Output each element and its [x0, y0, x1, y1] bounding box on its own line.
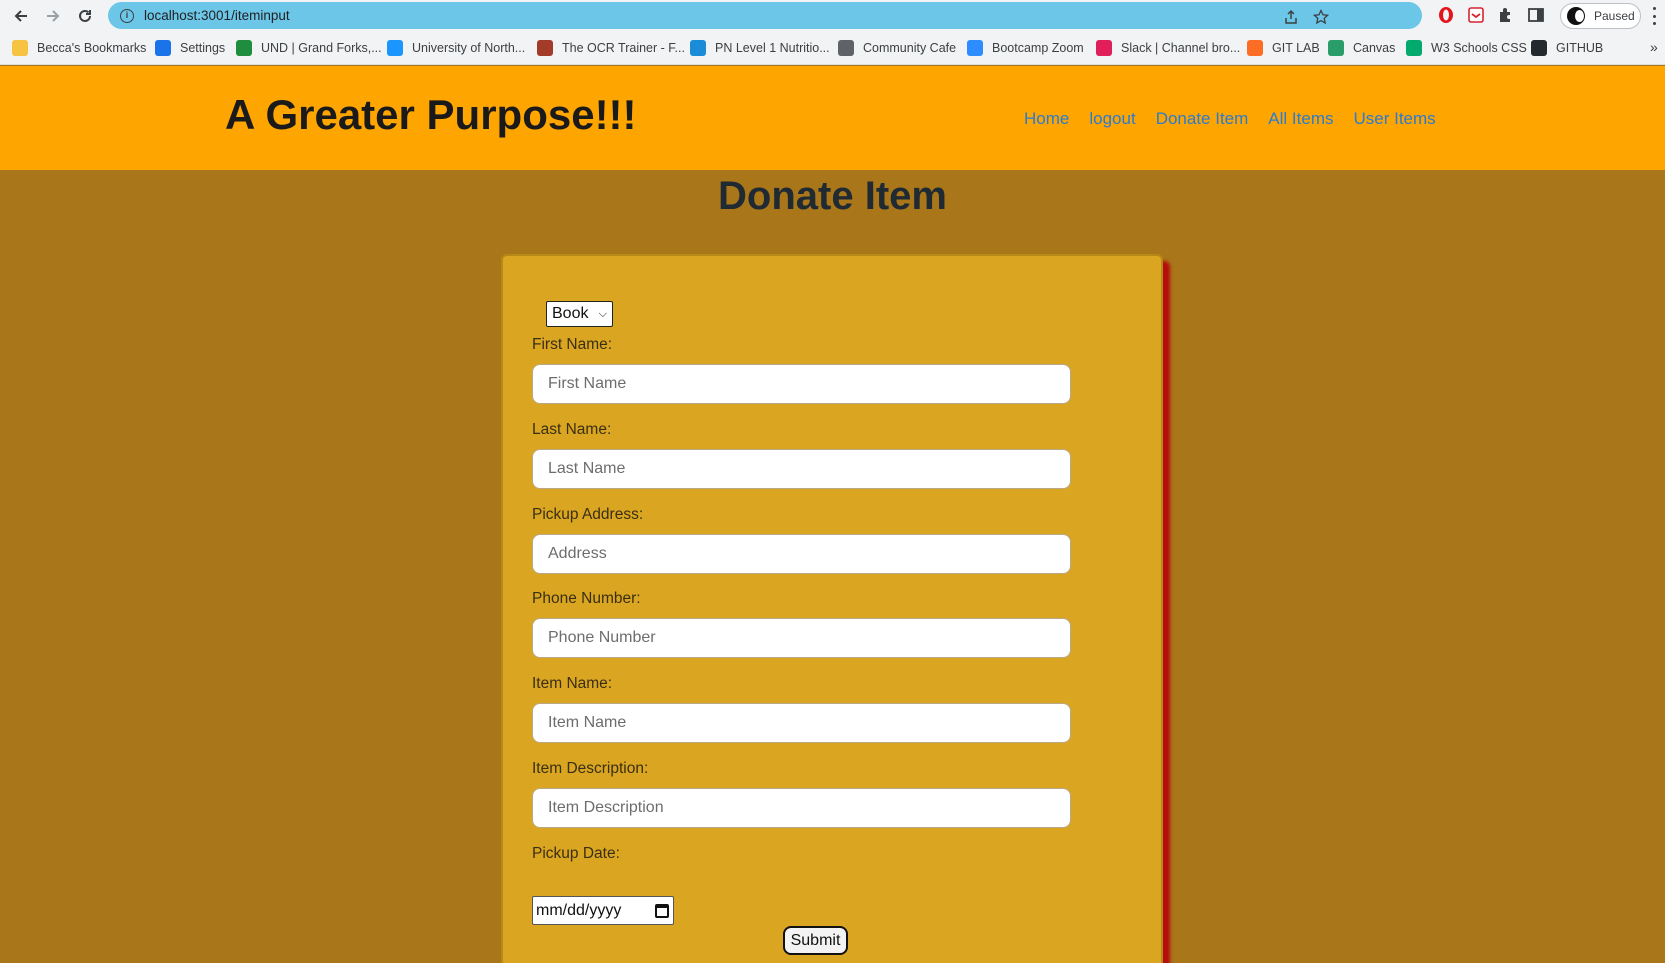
avatar — [1567, 7, 1585, 25]
bookmark-item[interactable]: Bootcamp Zoom — [967, 39, 1084, 57]
calendar-icon[interactable] — [655, 903, 669, 918]
bookmark-item[interactable]: W3 Schools CSS — [1406, 39, 1527, 57]
more-bookmarks-icon[interactable]: » — [1650, 39, 1658, 55]
bookmark-item[interactable]: Community Cafe — [838, 39, 956, 57]
first-name-input[interactable] — [532, 364, 1071, 404]
address-url: localhost:3001/iteminput — [144, 8, 290, 23]
category-select-value: Book — [552, 305, 589, 322]
phone-number-label: Phone Number: — [532, 590, 641, 607]
bookmark-item[interactable]: GIT LAB — [1247, 39, 1320, 57]
pickup-address-input[interactable] — [532, 534, 1071, 574]
chevron-down-icon: ⌵ — [598, 307, 607, 320]
bookmark-item[interactable]: Settings — [155, 39, 225, 57]
ocr-icon — [537, 40, 553, 56]
browser-menu-icon[interactable] — [1653, 7, 1657, 25]
bookmark-star-icon[interactable] — [1313, 9, 1329, 25]
bookmarks-bar: Becca's Bookmarks Settings UND | Grand F… — [0, 31, 1665, 65]
back-icon[interactable] — [9, 4, 33, 28]
bookmark-item[interactable]: PN Level 1 Nutritio... — [690, 39, 830, 57]
pocket-extension-icon[interactable] — [1467, 6, 1485, 24]
bookmark-item[interactable]: GITHUB — [1531, 39, 1603, 57]
item-description-input[interactable] — [532, 788, 1071, 828]
cloud-icon — [387, 40, 403, 56]
bookmark-item[interactable]: Becca's Bookmarks — [12, 39, 146, 57]
pickup-date-label: Pickup Date: — [532, 845, 620, 862]
nav-logout-link[interactable]: logout — [1089, 109, 1135, 129]
nav-home-link[interactable]: Home — [1024, 109, 1069, 129]
nav-user-items-link[interactable]: User Items — [1353, 109, 1435, 129]
folder-icon — [12, 40, 28, 56]
site-info-icon[interactable]: i — [120, 8, 134, 23]
site-nav: Home logout Donate Item All Items User I… — [1024, 109, 1436, 129]
bookmark-item[interactable]: University of North... — [387, 39, 525, 57]
bookmark-item[interactable]: Canvas — [1328, 39, 1395, 57]
item-name-label: Item Name: — [532, 675, 613, 692]
pn-icon — [690, 40, 706, 56]
submit-button[interactable]: Submit — [783, 926, 848, 955]
last-name-input[interactable] — [532, 449, 1071, 489]
item-name-input[interactable] — [532, 703, 1071, 743]
profile-button[interactable]: Paused — [1560, 3, 1641, 29]
gear-icon — [155, 40, 171, 56]
slack-icon — [1096, 40, 1112, 56]
chrome-icon — [838, 40, 854, 56]
pickup-date-placeholder: mm/dd/yyyy — [536, 901, 622, 919]
pickup-address-label: Pickup Address: — [532, 506, 644, 523]
first-name-label: First Name: — [532, 336, 613, 353]
w3schools-icon — [1406, 40, 1422, 56]
last-name-label: Last Name: — [532, 421, 612, 438]
nav-donate-item-link[interactable]: Donate Item — [1156, 109, 1249, 129]
extensions-puzzle-icon[interactable] — [1497, 6, 1515, 24]
address-bar[interactable]: i localhost:3001/iteminput — [108, 2, 1422, 29]
und-logo-icon — [236, 40, 252, 56]
opera-extension-icon[interactable] — [1437, 6, 1455, 24]
zoom-icon — [967, 40, 983, 56]
category-select[interactable]: Book ⌵ — [546, 301, 613, 327]
bookmark-item[interactable]: Slack | Channel bro... — [1096, 39, 1240, 57]
pickup-date-input[interactable]: mm/dd/yyyy — [532, 896, 674, 925]
reload-icon[interactable] — [73, 4, 97, 28]
phone-number-input[interactable] — [532, 618, 1071, 658]
bookmark-item[interactable]: UND | Grand Forks,... — [236, 39, 382, 57]
site-title: A Greater Purpose!!! — [225, 91, 637, 138]
github-icon — [1531, 40, 1547, 56]
gitlab-icon — [1247, 40, 1263, 56]
forward-icon[interactable] — [41, 4, 65, 28]
page-title: Donate Item — [718, 174, 947, 218]
bookmark-item[interactable]: The OCR Trainer - F... — [537, 39, 685, 57]
site-header: A Greater Purpose!!! Home logout Donate … — [0, 66, 1665, 170]
nav-all-items-link[interactable]: All Items — [1268, 109, 1333, 129]
share-icon[interactable] — [1283, 9, 1299, 25]
side-panel-icon[interactable] — [1527, 6, 1545, 24]
item-description-label: Item Description: — [532, 760, 649, 777]
browser-toolbar: i localhost:3001/iteminput Paused — [0, 0, 1665, 31]
profile-status: Paused — [1594, 9, 1635, 23]
canvas-icon — [1328, 40, 1344, 56]
